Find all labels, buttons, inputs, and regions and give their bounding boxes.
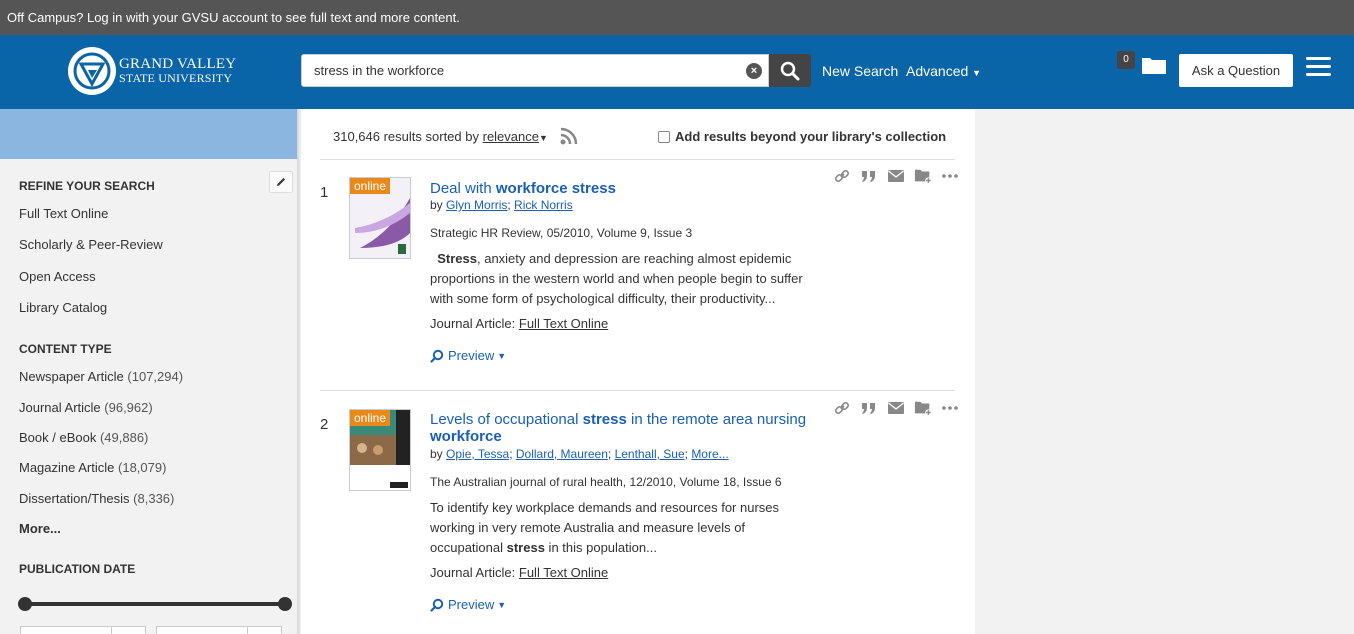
- refine-item-scholarly[interactable]: Scholarly & Peer-Review: [19, 237, 163, 252]
- refine-heading: REFINE YOUR SEARCH: [19, 179, 155, 193]
- search-button[interactable]: [769, 54, 811, 87]
- result-source: The Australian journal of rural health, …: [430, 475, 782, 489]
- publication-date-heading: PUBLICATION DATE: [19, 562, 136, 576]
- full-text-link[interactable]: Full Text Online: [519, 316, 608, 331]
- content-type-heading: CONTENT TYPE: [19, 342, 112, 356]
- content-type-more-link[interactable]: More...: [19, 521, 61, 536]
- save-folder-icon[interactable]: [914, 400, 932, 416]
- advanced-search-menu[interactable]: Advanced ▼: [906, 63, 981, 79]
- results-summary: 310,646 results sorted by relevance▼: [333, 129, 548, 144]
- result-actions: [833, 400, 959, 416]
- beyond-collection-toggle[interactable]: Add results beyond your library's collec…: [658, 129, 946, 144]
- hamburger-menu-icon[interactable]: [1306, 57, 1331, 77]
- result-number: 2: [320, 416, 329, 433]
- magnifier-icon: [430, 598, 444, 612]
- author-link[interactable]: Rick Norris: [514, 198, 573, 212]
- content-type-item[interactable]: Dissertation/Thesis (8,336): [19, 491, 174, 506]
- date-slider-max-handle[interactable]: [278, 597, 292, 611]
- author-link[interactable]: Lenthall, Sue: [615, 447, 685, 461]
- result-type: Journal Article: Full Text Online: [430, 565, 609, 580]
- result-abstract: Stress, anxiety and depression are reach…: [430, 251, 803, 306]
- date-from-stepper[interactable]: [111, 626, 146, 634]
- magnifier-icon: [430, 349, 444, 363]
- clear-search-icon[interactable]: ×: [746, 63, 762, 79]
- online-tag: online: [350, 410, 391, 426]
- save-folder-icon[interactable]: [914, 168, 932, 184]
- date-from-input[interactable]: [20, 626, 112, 634]
- logo-line1: GRAND VALLEY: [119, 56, 237, 72]
- new-search-link[interactable]: New Search: [822, 63, 898, 79]
- chevron-down-icon: ▼: [497, 599, 507, 610]
- result-title[interactable]: Deal with workforce stress: [430, 180, 820, 197]
- cite-quote-icon[interactable]: [860, 400, 878, 416]
- result-authors: by Glyn Morris; Rick Norris: [430, 198, 573, 212]
- result-title[interactable]: Levels of occupational stress in the rem…: [430, 411, 820, 445]
- refine-item-full-text[interactable]: Full Text Online: [19, 206, 108, 221]
- result-thumbnail[interactable]: online: [349, 409, 411, 491]
- content-type-item[interactable]: Newspaper Article (107,294): [19, 369, 183, 384]
- gvsu-logo[interactable]: GRAND VALLEY STATE UNIVERSITY: [68, 46, 236, 96]
- result-source: Strategic HR Review, 05/2010, Volume 9, …: [430, 226, 693, 240]
- ask-question-button[interactable]: Ask a Question: [1179, 54, 1293, 87]
- full-text-link[interactable]: Full Text Online: [519, 565, 608, 580]
- offcampus-notice[interactable]: Off Campus? Log in with your GVSU accoun…: [0, 0, 1354, 35]
- date-to-input[interactable]: [156, 626, 248, 634]
- author-link[interactable]: Opie, Tessa: [446, 447, 509, 461]
- preview-toggle[interactable]: Preview ▼: [430, 348, 506, 363]
- more-options-icon[interactable]: [941, 168, 959, 184]
- date-slider-min-handle[interactable]: [18, 597, 32, 611]
- search-box: ×: [301, 54, 769, 87]
- result-number: 1: [320, 184, 329, 201]
- search-icon: [780, 61, 800, 80]
- header: GRAND VALLEY STATE UNIVERSITY × New Sear…: [0, 35, 1354, 109]
- sort-dropdown[interactable]: relevance: [483, 129, 539, 144]
- edit-refine-button[interactable]: [269, 171, 293, 193]
- search-input[interactable]: [302, 55, 722, 86]
- result-abstract: To identify key workplace demands and re…: [430, 500, 780, 555]
- more-options-icon[interactable]: [941, 400, 959, 416]
- rss-feed-icon[interactable]: [560, 127, 580, 148]
- folder-icon[interactable]: [1141, 55, 1167, 78]
- logo-line2: STATE UNIVERSITY: [119, 71, 233, 85]
- refine-item-library-catalog[interactable]: Library Catalog: [19, 300, 107, 315]
- date-to-stepper[interactable]: [247, 626, 282, 634]
- content-type-item[interactable]: Book / eBook (49,886): [19, 430, 148, 445]
- author-link[interactable]: Dollard, Maureen: [516, 447, 608, 461]
- advanced-label: Advanced: [906, 63, 969, 79]
- date-slider-track[interactable]: [25, 602, 285, 606]
- link-icon[interactable]: [833, 168, 851, 184]
- more-authors-link[interactable]: More...: [691, 447, 728, 461]
- chevron-down-icon: ▼: [497, 350, 507, 361]
- preview-toggle[interactable]: Preview ▼: [430, 597, 506, 612]
- result-type: Journal Article: Full Text Online: [430, 316, 609, 331]
- folder-count-badge: 0: [1117, 51, 1135, 69]
- cite-quote-icon[interactable]: [860, 168, 878, 184]
- pencil-icon: [277, 178, 285, 186]
- beyond-collection-checkbox[interactable]: [658, 130, 670, 143]
- online-tag: online: [350, 178, 391, 194]
- chevron-down-icon: ▼: [538, 133, 548, 143]
- gvsu-logo-icon: [68, 47, 116, 95]
- chevron-down-icon: ▼: [972, 68, 982, 78]
- link-icon[interactable]: [833, 400, 851, 416]
- result-thumbnail[interactable]: online: [349, 177, 411, 259]
- result-authors: by Opie, Tessa; Dollard, Maureen; Lentha…: [430, 447, 729, 461]
- email-icon[interactable]: [887, 400, 905, 416]
- email-icon[interactable]: [887, 168, 905, 184]
- content-type-item[interactable]: Magazine Article (18,079): [19, 460, 166, 475]
- result-actions: [833, 168, 959, 184]
- author-link[interactable]: Glyn Morris: [446, 198, 507, 212]
- content-type-item[interactable]: Journal Article (96,962): [19, 400, 153, 415]
- refine-item-open-access[interactable]: Open Access: [19, 269, 96, 284]
